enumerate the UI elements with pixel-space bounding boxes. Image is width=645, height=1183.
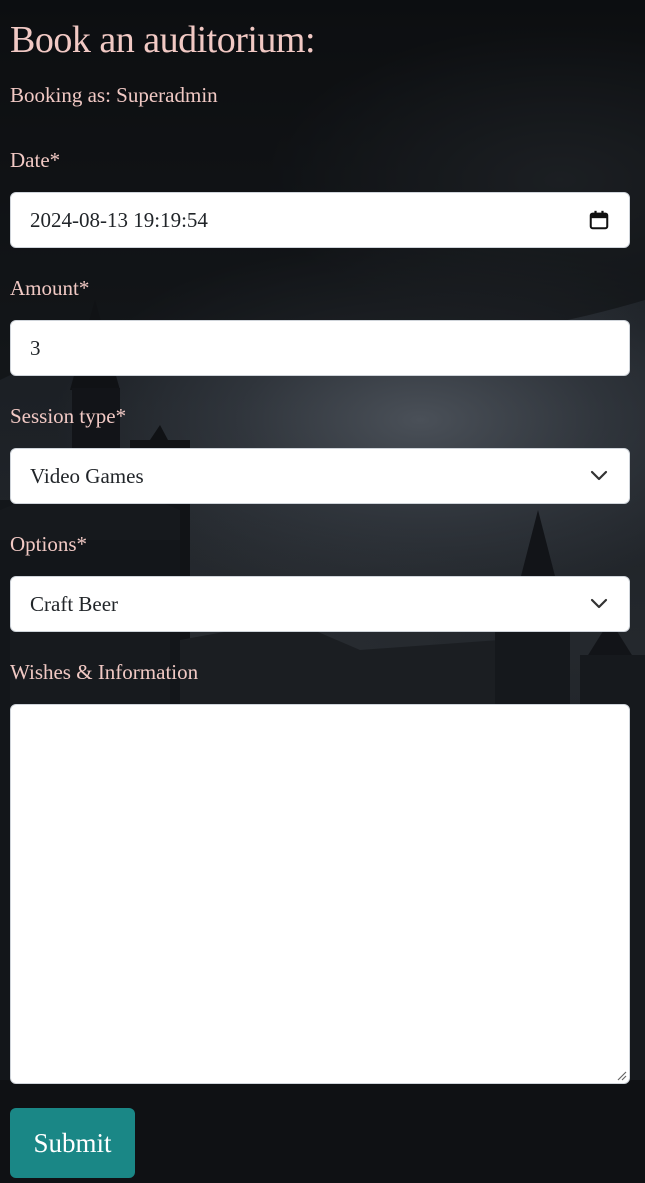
calendar-icon-glyph	[589, 210, 609, 230]
resize-grip-icon[interactable]	[615, 1069, 627, 1081]
date-label: Date*	[10, 148, 61, 172]
wishes-label: Wishes & Information	[10, 660, 199, 684]
options-label: Options*	[10, 532, 88, 556]
booking-as-text: Booking as: Superadmin	[10, 83, 218, 107]
amount-input[interactable]: 3	[10, 320, 630, 376]
calendar-icon[interactable]	[587, 208, 611, 232]
session-type-value: Video Games	[30, 463, 144, 488]
session-type-select[interactable]: Video Games	[10, 448, 630, 504]
date-input[interactable]: 2024-08-13 19:19:54	[10, 192, 630, 248]
amount-value: 3	[30, 335, 41, 360]
options-value: Craft Beer	[30, 591, 119, 616]
wishes-textarea[interactable]	[10, 704, 630, 1084]
submit-button[interactable]: Submit	[10, 1108, 135, 1178]
amount-label: Amount*	[10, 276, 90, 300]
date-value: 2024-08-13 19:19:54	[30, 207, 208, 232]
options-select[interactable]: Craft Beer	[10, 576, 630, 632]
page-title: Book an auditorium:	[10, 19, 316, 61]
session-type-label: Session type*	[10, 404, 127, 428]
chevron-down-icon	[587, 592, 611, 616]
chevron-down-icon	[587, 464, 611, 488]
